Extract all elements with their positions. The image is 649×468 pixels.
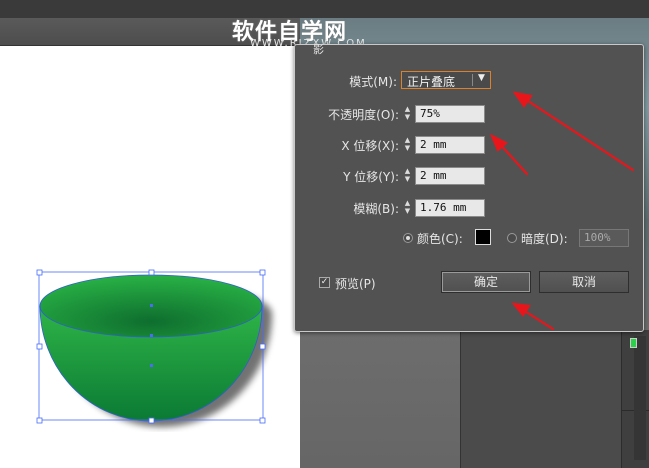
darkness-label: 暗度(D): <box>521 232 568 246</box>
x-offset-stepper-icon[interactable]: ▲ ▼ <box>402 136 413 153</box>
shadow-color-swatch[interactable] <box>475 229 491 245</box>
opacity-field[interactable]: 75% <box>415 105 485 123</box>
darkness-radio[interactable] <box>507 233 517 243</box>
x-offset-field[interactable]: 2 mm <box>415 136 485 154</box>
blur-field[interactable]: 1.76 mm <box>415 199 485 217</box>
y-offset-label: Y 位移(Y): <box>343 170 399 184</box>
dialog-title: 影 <box>313 43 324 56</box>
mode-select-value: 正片叠底 <box>407 75 456 89</box>
opacity-label: 不透明度(O): <box>328 108 399 122</box>
side-panel <box>460 330 622 468</box>
dropdown-arrow-icon[interactable]: ▼ <box>478 73 485 83</box>
y-offset-stepper-icon[interactable]: ▲ ▼ <box>402 167 413 184</box>
darkness-field[interactable]: 100% <box>579 229 629 247</box>
preview-label: 预览(P) <box>335 277 376 291</box>
bowl-artwork[interactable] <box>30 262 280 432</box>
opacity-stepper-icon[interactable]: ▲ ▼ <box>402 105 413 122</box>
cancel-button[interactable]: 取消 <box>539 271 629 293</box>
ok-button[interactable]: 确定 <box>441 271 531 293</box>
panel-dock-strip <box>621 330 649 468</box>
mode-label: 模式(M): <box>349 75 397 89</box>
color-label: 颜色(C): <box>417 232 463 246</box>
select-separator <box>472 74 473 86</box>
mode-select[interactable]: 正片叠底 ▼ <box>401 71 491 89</box>
layer-color-icon <box>630 338 637 348</box>
color-radio[interactable] <box>403 233 413 243</box>
x-offset-label: X 位移(X): <box>341 139 399 153</box>
y-offset-field[interactable]: 2 mm <box>415 167 485 185</box>
drop-shadow-dialog: 影 模式(M): 正片叠底 ▼ 不透明度(O): ▲ ▼ 75% X 位移(X):… <box>294 43 644 332</box>
blur-label: 模糊(B): <box>353 202 399 216</box>
blur-stepper-icon[interactable]: ▲ ▼ <box>402 199 413 216</box>
preview-checkbox[interactable]: ✓ <box>319 277 330 288</box>
panel-scrollbar[interactable] <box>634 336 646 460</box>
